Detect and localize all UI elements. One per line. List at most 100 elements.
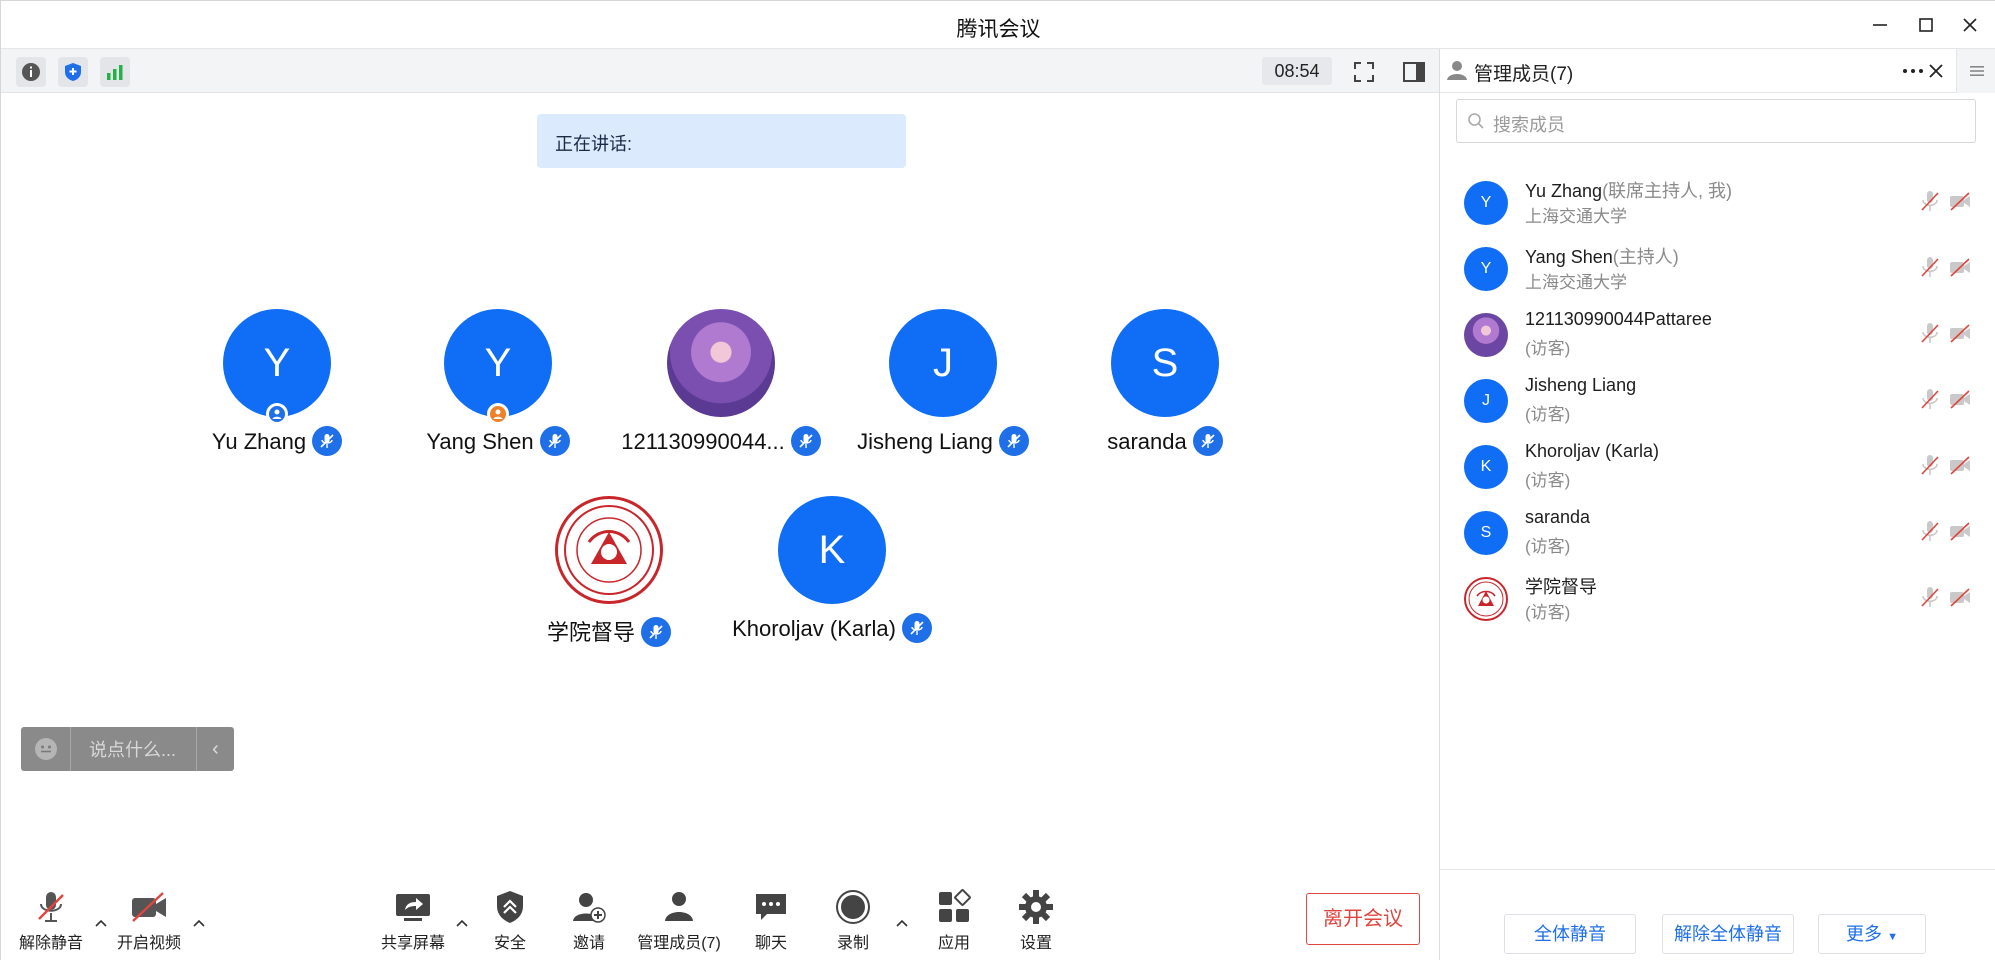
settings-button[interactable]: 设置 — [996, 885, 1076, 955]
hamburger-icon — [1969, 66, 1984, 76]
member-mic-toggle[interactable] — [1918, 453, 1942, 477]
member-row[interactable]: Y Yu Zhang(联席主持人, 我) 上海交通大学 — [1440, 169, 1995, 235]
panel-menu-button[interactable] — [1956, 49, 1995, 93]
participant-tile[interactable]: K Khoroljav (Karla) — [722, 496, 942, 656]
participant-tile[interactable]: S saranda — [1055, 309, 1275, 469]
manage-members-button[interactable]: 管理成员(7) — [629, 885, 729, 955]
member-row[interactable]: Y Yang Shen(主持人) 上海交通大学 — [1440, 235, 1995, 301]
gear-icon — [1019, 890, 1053, 924]
member-name: saranda — [1525, 507, 1591, 527]
fullscreen-icon — [1354, 62, 1374, 82]
member-subtitle: (访客) — [1525, 471, 1571, 490]
fullscreen-button[interactable] — [1349, 57, 1379, 87]
quick-chat-input[interactable]: 说点什么... — [71, 736, 196, 762]
start-video-button[interactable]: 开启视频 — [109, 885, 189, 955]
video-options-caret[interactable] — [189, 913, 209, 933]
video-off-icon — [1950, 258, 1970, 277]
participant-tile[interactable]: J Jisheng Liang — [833, 309, 1053, 469]
member-row[interactable]: S saranda (访客) — [1440, 499, 1995, 565]
mic-off-icon — [1921, 323, 1939, 343]
close-icon — [1929, 64, 1943, 78]
participant-tile[interactable]: Y Yu Zhang — [167, 309, 387, 469]
chat-button[interactable]: 聊天 — [731, 885, 811, 955]
record-options-caret[interactable] — [892, 913, 912, 933]
member-name: Yang Shen — [1525, 247, 1613, 267]
mute-all-button[interactable]: 全体静音 — [1504, 914, 1636, 954]
security-button[interactable]: 安全 — [470, 885, 550, 955]
unmute-button[interactable]: 解除静音 — [11, 885, 91, 955]
record-icon — [836, 890, 870, 924]
avatar-initial: Y — [1480, 260, 1492, 277]
participant-avatar: S — [1111, 309, 1219, 417]
participant-avatar: K — [778, 496, 886, 604]
member-video-toggle[interactable] — [1948, 189, 1972, 213]
member-mic-toggle[interactable] — [1918, 321, 1942, 345]
member-row[interactable]: K Khoroljav (Karla) (访客) — [1440, 433, 1995, 499]
unmute-all-button[interactable]: 解除全体静音 — [1662, 914, 1794, 954]
member-video-toggle[interactable] — [1948, 519, 1972, 543]
mic-muted-icon — [901, 613, 932, 643]
collapse-chat-button[interactable]: ‹ — [196, 727, 234, 771]
apps-button[interactable]: 应用 — [914, 885, 994, 955]
avatar-initial: K — [1480, 458, 1492, 475]
member-mic-toggle[interactable] — [1918, 585, 1942, 609]
mic-off-icon — [1921, 191, 1939, 211]
avatar-initial: S — [1480, 524, 1492, 541]
member-mic-toggle[interactable] — [1918, 255, 1942, 279]
leave-meeting-button[interactable]: 离开会议 — [1306, 893, 1420, 945]
member-name-line: 学院督导 — [1525, 573, 1597, 599]
share-screen-icon — [396, 894, 430, 921]
maximize-button[interactable] — [1912, 11, 1940, 39]
audio-options-caret[interactable] — [91, 913, 111, 933]
member-video-toggle[interactable] — [1948, 387, 1972, 411]
network-status-button[interactable] — [100, 57, 130, 87]
member-name: Jisheng Liang — [1525, 375, 1637, 395]
mic-muted-icon — [539, 426, 570, 456]
member-role: (主持人) — [1612, 247, 1679, 267]
participant-avatar: J — [889, 309, 997, 417]
meeting-info-button[interactable] — [16, 57, 46, 87]
participant-tile[interactable]: Y Yang Shen — [388, 309, 608, 469]
minimize-button[interactable] — [1866, 11, 1894, 39]
member-search-field[interactable]: 搜索成员 — [1456, 99, 1976, 143]
emoji-button[interactable] — [21, 727, 71, 771]
more-actions-button[interactable]: 更多 ▼ — [1818, 914, 1926, 954]
top-toolbar: 08:54 — [1, 49, 1439, 93]
participant-photo-avatar — [667, 309, 775, 417]
mic-off-icon — [1921, 587, 1939, 607]
member-video-toggle[interactable] — [1948, 453, 1972, 477]
unmute-label: 解除静音 — [18, 935, 83, 952]
participant-tile[interactable]: 121130990044... — [611, 309, 831, 469]
member-mic-toggle[interactable] — [1918, 189, 1942, 213]
member-video-toggle[interactable] — [1948, 321, 1972, 345]
member-subtitle: 上海交通大学 — [1525, 207, 1627, 226]
settings-label: 设置 — [1019, 935, 1052, 952]
member-video-toggle[interactable] — [1948, 255, 1972, 279]
member-avatar: S — [1464, 511, 1508, 555]
search-icon — [1468, 113, 1484, 129]
member-row[interactable]: J Jisheng Liang (访客) — [1440, 367, 1995, 433]
record-button[interactable]: 录制 — [813, 885, 893, 955]
mic-muted-icon — [1192, 426, 1223, 456]
close-window-button[interactable] — [1956, 11, 1984, 39]
participant-name: Khoroljav (Karla) — [732, 615, 896, 641]
member-mic-toggle[interactable] — [1918, 519, 1942, 543]
participant-name-row: Yu Zhang — [167, 426, 387, 458]
share-options-caret[interactable] — [452, 913, 472, 933]
share-screen-button[interactable]: 共享屏幕 — [373, 885, 453, 955]
member-avatar: K — [1464, 445, 1508, 489]
mic-muted-icon — [790, 426, 821, 456]
mic-off-icon — [1921, 455, 1939, 475]
toggle-panel-button[interactable] — [1399, 57, 1429, 87]
member-row[interactable]: 121130990044Pattaree (访客) — [1440, 301, 1995, 367]
member-row[interactable]: 学院督导 (访客) — [1440, 565, 1995, 631]
security-status-button[interactable] — [58, 57, 88, 87]
member-mic-toggle[interactable] — [1918, 387, 1942, 411]
member-video-toggle[interactable] — [1948, 585, 1972, 609]
members-panel-header: 管理成员(7) — [1440, 49, 1995, 93]
member-avatar: Y — [1464, 181, 1508, 225]
manage-members-label: 管理成员(7) — [637, 935, 721, 952]
video-off-icon — [1950, 390, 1970, 409]
participant-tile[interactable]: 学院督导 — [499, 496, 719, 656]
invite-button[interactable]: 邀请 — [549, 885, 629, 955]
